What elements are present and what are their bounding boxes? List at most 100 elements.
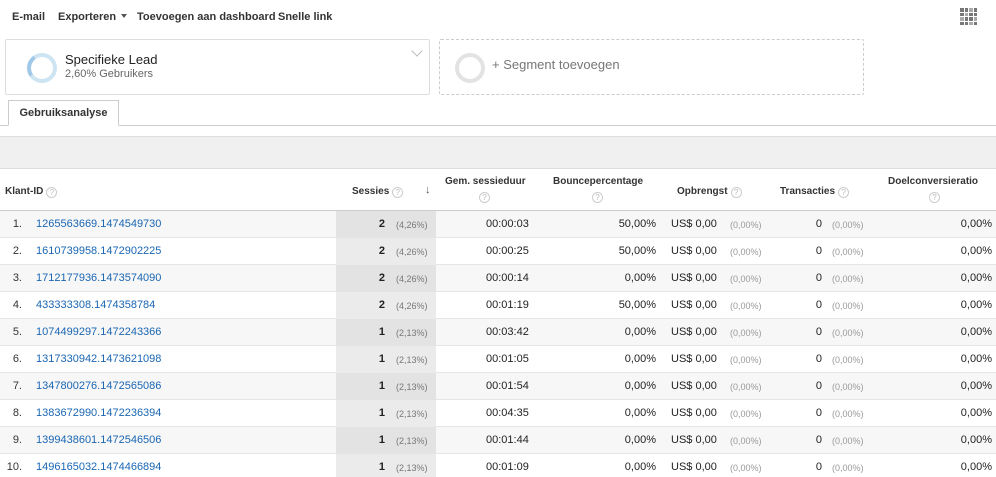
explorer-bar [0,136,996,169]
transactions-value: 0 [815,218,822,230]
client-id-link[interactable]: 1317330942.1473621098 [36,353,161,365]
sessions-value: 1 [378,353,385,365]
bounce-value: 50,00% [618,299,656,311]
row-index: 5. [12,326,22,338]
row-index: 10. [6,461,22,473]
help-icon[interactable]: ? [730,187,742,198]
email-button[interactable]: E-mail [12,11,45,23]
row-index: 9. [12,434,22,446]
sort-descending-icon[interactable]: ↓ [425,184,431,196]
duration-value: 00:04:35 [486,407,529,419]
sessions-percent: (2,13%) [396,436,428,446]
revenue-value: US$ 0,00 [671,245,717,257]
sessions-value: 1 [378,326,385,338]
duration-value: 00:00:25 [486,245,529,257]
revenue-percent: (0,00%) [730,328,762,338]
client-id-link[interactable]: 1712177936.1473574090 [36,272,161,284]
export-label: Exporteren [58,11,117,23]
transactions-value: 0 [815,461,822,473]
transactions-value: 0 [815,380,822,392]
client-id-link[interactable]: 433333308.1474358784 [36,299,155,311]
help-icon[interactable]: ? [479,192,490,203]
sessions-value: 2 [378,245,385,257]
transactions-percent: (0,00%) [832,220,864,230]
transactions-value: 0 [815,407,822,419]
help-icon[interactable]: ? [46,187,58,198]
row-index: 3. [12,272,22,284]
transactions-percent: (0,00%) [832,436,864,446]
tab-strip-border [0,125,996,126]
col-header-avg-duration[interactable]: Gem. sessieduur [445,176,526,187]
col-label: Sessies [352,186,390,197]
sessions-value: 1 [378,380,385,392]
col-header-bounce[interactable]: Bouncepercentage [553,176,643,187]
duration-value: 00:01:09 [486,461,529,473]
client-id-link[interactable]: 1383672990.1472236394 [36,407,161,419]
col-header-goal-conversion[interactable]: Doelconversieratio [888,176,978,187]
add-segment-button[interactable]: + Segment toevoegen [439,39,864,95]
sessions-percent: (2,13%) [396,409,428,419]
sessions-value: 1 [378,461,385,473]
help-icon[interactable]: ? [592,192,603,203]
table-row: 4. 433333308.1474358784 2 (4,26%) 00:01:… [0,292,996,319]
revenue-percent: (0,00%) [730,247,762,257]
bounce-value: 0,00% [624,380,656,392]
client-id-link[interactable]: 1496165032.1474466894 [36,461,161,473]
revenue-percent: (0,00%) [730,409,762,419]
add-segment-label: + Segment toevoegen [492,57,620,72]
transactions-value: 0 [815,299,822,311]
client-id-link[interactable]: 1610739958.1472902225 [36,245,161,257]
bounce-value: 0,00% [624,353,656,365]
client-id-link[interactable]: 1347800276.1472565086 [36,380,161,392]
bounce-value: 0,00% [624,326,656,338]
transactions-percent: (0,00%) [832,274,864,284]
table-row: 6. 1317330942.1473621098 1 (2,13%) 00:01… [0,346,996,373]
tab-gebruiksanalyse[interactable]: Gebruiksanalyse [8,100,119,126]
row-index: 7. [12,380,22,392]
transactions-percent: (0,00%) [832,409,864,419]
help-icon[interactable]: ? [929,192,940,203]
caret-down-icon [121,14,128,18]
duration-value: 00:00:14 [486,272,529,284]
goal-conversion-value: 0,00% [960,380,992,392]
revenue-percent: (0,00%) [730,274,762,284]
bounce-value: 0,00% [624,461,656,473]
add-to-dashboard-button[interactable]: Toevoegen aan dashboard [137,11,276,23]
chevron-down-icon[interactable] [411,45,423,57]
sessions-percent: (2,13%) [396,463,428,473]
transactions-percent: (0,00%) [832,247,864,257]
help-icon[interactable]: ? [392,187,404,198]
help-icon[interactable]: ? [838,187,850,198]
client-id-link[interactable]: 1265563669.1474549730 [36,218,161,230]
data-table-body: 1. 1265563669.1474549730 2 (4,26%) 00:00… [0,211,996,477]
revenue-value: US$ 0,00 [671,218,717,230]
col-header-revenue[interactable]: Opbrengst? [677,186,742,198]
goal-conversion-value: 0,00% [960,326,992,338]
quick-link-button[interactable]: Snelle link [278,11,332,23]
col-header-client-id[interactable]: Klant-ID? [5,186,58,198]
row-index: 6. [12,353,22,365]
export-dropdown[interactable]: Exporteren [58,11,128,23]
client-id-link[interactable]: 1399438601.1472546506 [36,434,161,446]
client-id-link[interactable]: 1074499297.1472243366 [36,326,161,338]
col-header-transactions[interactable]: Transacties? [780,186,850,198]
table-row: 10. 1496165032.1474466894 1 (2,13%) 00:0… [0,454,996,477]
transactions-value: 0 [815,326,822,338]
revenue-value: US$ 0,00 [671,407,717,419]
bounce-value: 0,00% [624,407,656,419]
bounce-value: 50,00% [618,218,656,230]
apps-grid-icon[interactable] [960,8,977,25]
revenue-percent: (0,00%) [730,436,762,446]
revenue-value: US$ 0,00 [671,326,717,338]
segment-ring-fill [24,50,60,86]
segment-specifieke-lead[interactable]: Specifieke Lead 2,60% Gebruikers [5,39,430,95]
sessions-value: 2 [378,299,385,311]
sessions-value: 2 [378,272,385,284]
segment-subtitle: 2,60% Gebruikers [65,68,154,80]
transactions-percent: (0,00%) [832,301,864,311]
col-header-sessions[interactable]: Sessies? [352,186,404,198]
revenue-percent: (0,00%) [730,382,762,392]
transactions-value: 0 [815,245,822,257]
revenue-percent: (0,00%) [730,463,762,473]
transactions-percent: (0,00%) [832,463,864,473]
